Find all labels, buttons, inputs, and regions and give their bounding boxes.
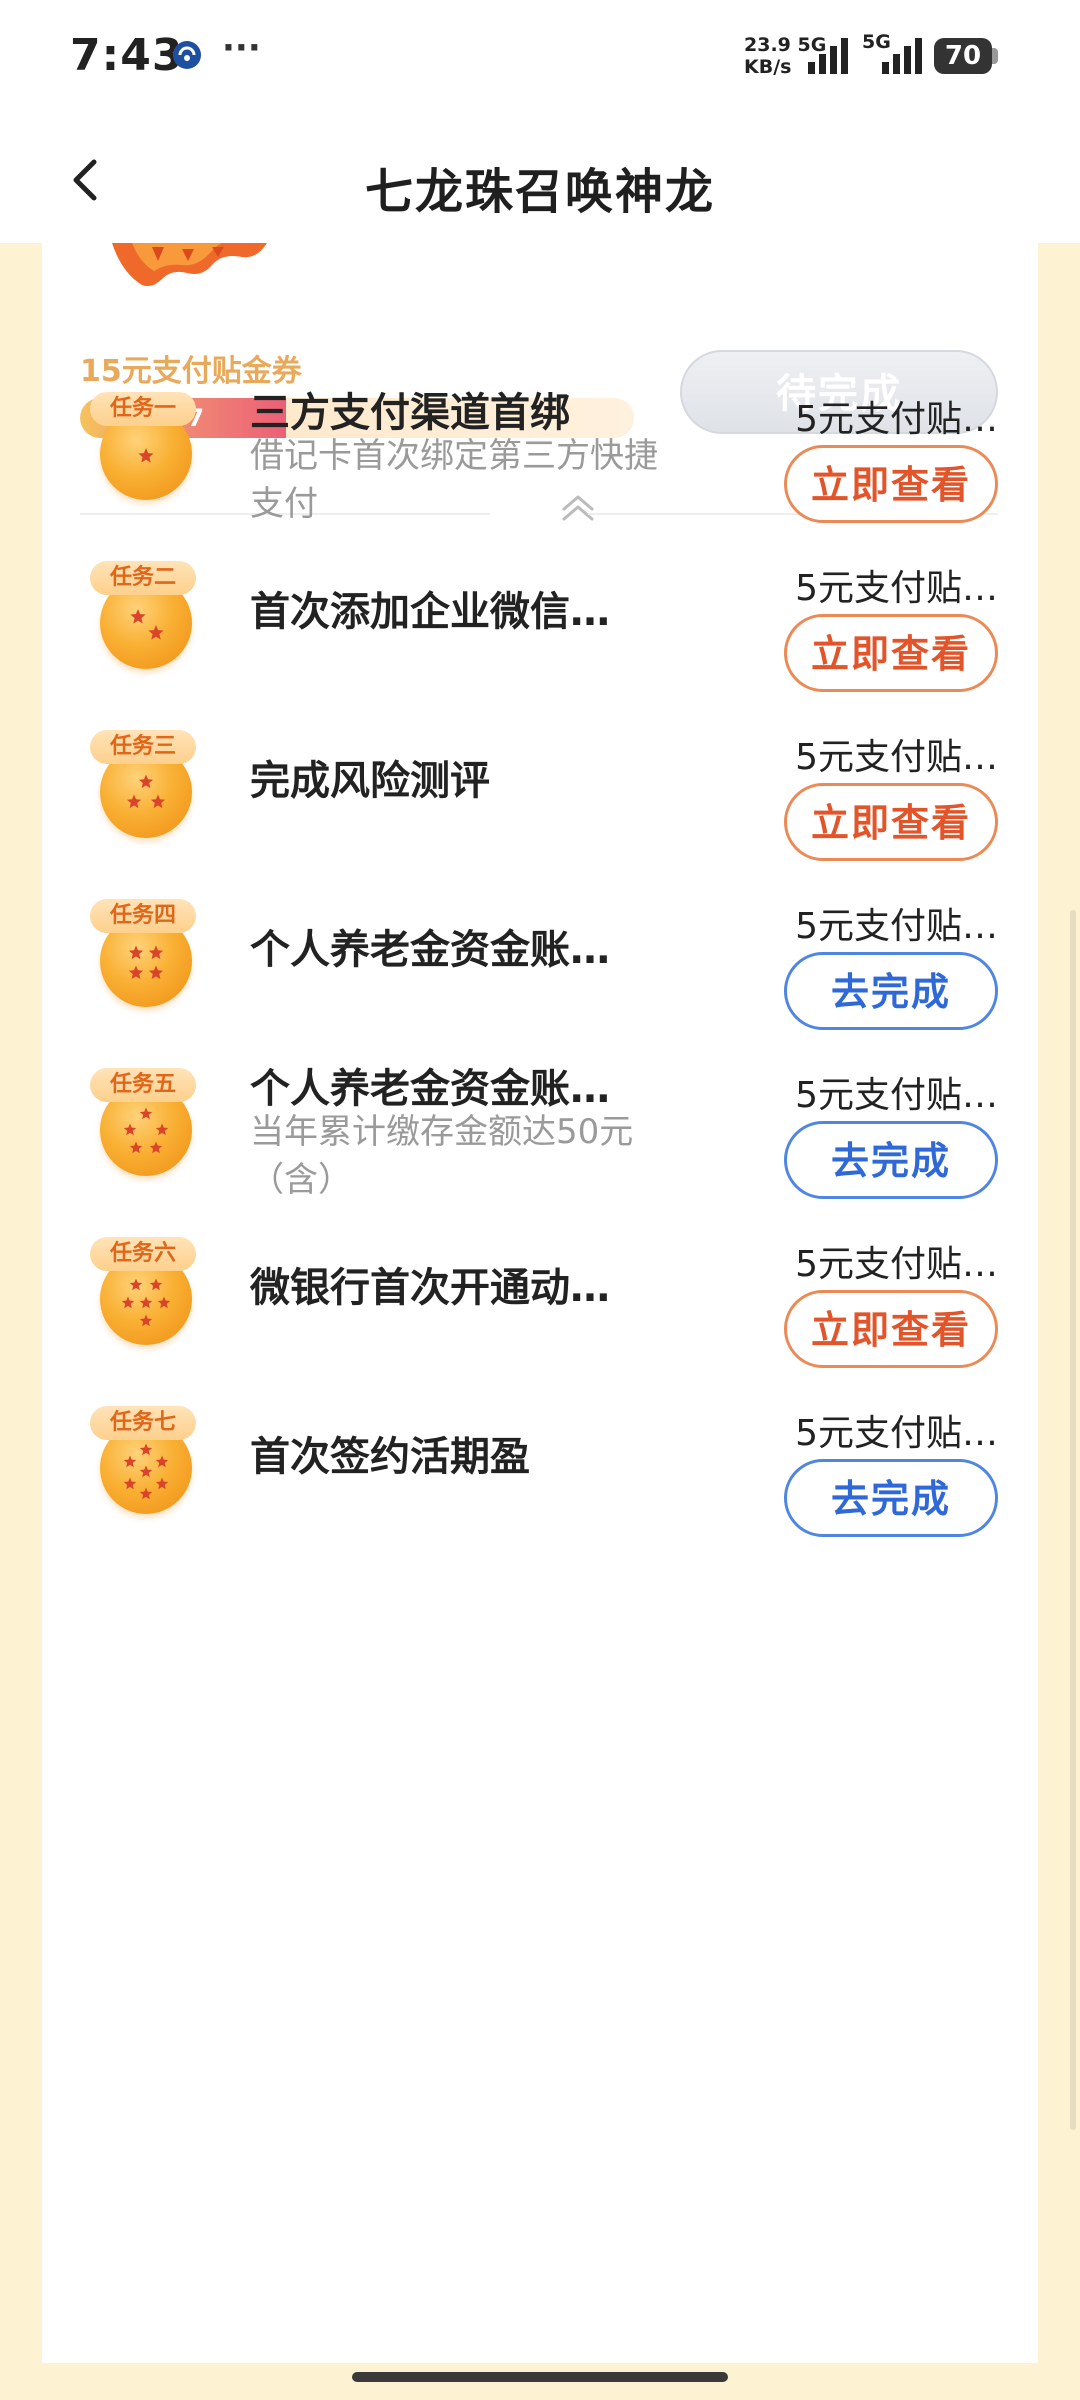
signal-icon — [808, 38, 848, 74]
dragon-ball-icon: 任务三 — [90, 718, 200, 858]
task-tag: 任务三 — [90, 730, 196, 764]
dragon-ball-icon: 任务四 — [90, 887, 200, 1027]
star-icon — [148, 945, 164, 960]
task-tag: 任务二 — [90, 561, 196, 595]
battery-icon: 70 — [934, 38, 992, 74]
task-description: 借记卡首次绑定第三方快捷支付 — [250, 436, 658, 524]
star-icon — [139, 1443, 153, 1456]
battery-tip — [992, 48, 998, 64]
star-icon — [129, 1278, 143, 1291]
task-title: 个人养老金资金账… — [250, 927, 610, 973]
task-title: 首次添加企业微信… — [250, 589, 610, 635]
task-title: 微银行首次开通动… — [250, 1265, 610, 1311]
task-reward: 5元支付贴… — [795, 1075, 998, 1116]
task-reward: 5元支付贴… — [795, 906, 998, 947]
view-now-button[interactable]: 立即查看 — [784, 445, 998, 523]
star-icon — [123, 1455, 137, 1468]
star-icon — [149, 1278, 163, 1291]
task-reward: 5元支付贴… — [795, 1413, 998, 1454]
task-tag: 任务四 — [90, 899, 196, 933]
star-icon — [148, 625, 164, 640]
star-icon — [121, 1296, 135, 1309]
task-card: 15元支付贴金券 4/7 待完成 任务一三方支付渠道首绑借记卡首次绑定第三方快捷… — [42, 243, 1038, 2363]
task-title: 首次签约活期盈 — [250, 1434, 530, 1480]
star-icon — [149, 1141, 163, 1154]
task-tag: 任务六 — [90, 1237, 196, 1271]
status-bar: 7:43 ··· 23.9 5G KB/s 5G 70 — [0, 0, 1080, 118]
go-complete-button[interactable]: 去完成 — [784, 1459, 998, 1537]
star-icon — [129, 1141, 143, 1154]
signal-icon-2 — [882, 38, 922, 74]
star-icon — [126, 794, 142, 809]
dragon-ball-icon: 任务五 — [90, 1056, 200, 1196]
star-icon — [150, 794, 166, 809]
star-icon — [148, 965, 164, 980]
task-reward: 5元支付贴… — [795, 568, 998, 609]
star-icon — [139, 1296, 153, 1309]
view-now-button[interactable]: 立即查看 — [784, 614, 998, 692]
star-icon — [155, 1477, 169, 1490]
dragon-ball-icon: 任务六 — [90, 1225, 200, 1365]
star-icon — [123, 1123, 137, 1136]
speed-value: 23.9 — [744, 34, 791, 56]
view-now-button[interactable]: 立即查看 — [784, 1290, 998, 1368]
task-reward: 5元支付贴… — [795, 737, 998, 778]
task-title: 完成风险测评 — [250, 758, 490, 804]
view-now-button[interactable]: 立即查看 — [784, 783, 998, 861]
task-row: 任务七首次签约活期盈 5元支付贴… 去完成 — [42, 1394, 1038, 1634]
star-icon — [123, 1477, 137, 1490]
dragon-ball-icon: 任务一 — [90, 380, 200, 520]
task-tag: 任务七 — [90, 1406, 196, 1440]
scrollbar[interactable] — [1070, 910, 1076, 2130]
task-tag: 任务五 — [90, 1068, 196, 1102]
star-icon — [139, 1487, 153, 1500]
star-icon — [130, 609, 146, 624]
task-reward: 5元支付贴… — [795, 1244, 998, 1285]
dragon-ball-icon: 任务七 — [90, 1394, 200, 1534]
task-title: 三方支付渠道首绑 — [250, 390, 570, 436]
dragon-ball-icon: 任务二 — [90, 549, 200, 689]
star-icon — [155, 1455, 169, 1468]
star-icon — [157, 1296, 171, 1309]
task-tag: 任务一 — [90, 392, 196, 426]
star-icon — [155, 1123, 169, 1136]
page-header: 七龙珠召唤神龙 — [0, 118, 1080, 243]
task-title: 个人养老金资金账… — [250, 1066, 610, 1112]
status-time: 7:43 — [70, 30, 184, 81]
bank-app-notification-icon — [173, 41, 201, 69]
more-notifications-icon: ··· — [222, 28, 261, 68]
go-complete-button[interactable]: 去完成 — [784, 1121, 998, 1199]
go-complete-button[interactable]: 去完成 — [784, 952, 998, 1030]
star-icon — [139, 1314, 153, 1327]
star-icon — [128, 965, 144, 980]
dragon-illustration — [112, 243, 267, 287]
star-icon — [138, 448, 154, 463]
star-icon — [138, 774, 154, 789]
task-description: 当年累计缴存金额达50元（含） — [250, 1112, 634, 1200]
home-indicator[interactable] — [352, 2372, 728, 2382]
task-reward: 5元支付贴… — [795, 399, 998, 440]
star-icon — [128, 945, 144, 960]
star-icon — [139, 1107, 153, 1120]
star-icon — [139, 1465, 153, 1478]
page-title: 七龙珠召唤神龙 — [364, 164, 715, 220]
